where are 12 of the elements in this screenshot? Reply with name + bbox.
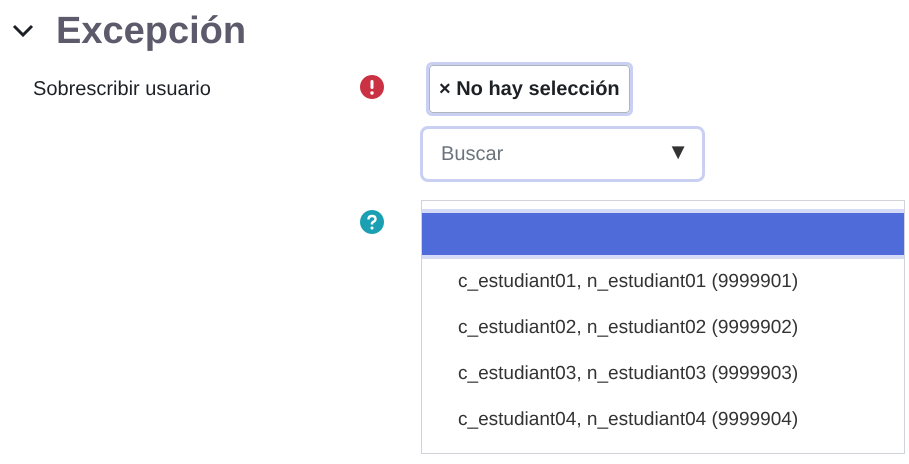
dropdown-option[interactable]: c_estudiant03, n_estudiant03 (9999903)	[422, 351, 904, 397]
help-icon[interactable]	[360, 210, 384, 234]
dropdown-option[interactable]: c_estudiant04, n_estudiant04 (9999904)	[422, 397, 904, 443]
dropdown-option[interactable]: c_estudiant02, n_estudiant02 (9999902)	[422, 305, 904, 351]
error-icon	[360, 75, 384, 99]
dropdown-option[interactable]	[422, 209, 904, 259]
chevron-icon[interactable]	[12, 24, 34, 38]
selection-chip[interactable]: × No hay selección	[429, 65, 630, 113]
section-title: Excepción	[56, 12, 246, 50]
dropdown-caret[interactable]: ▼	[667, 139, 689, 165]
dropdown-option[interactable]: c_estudiant01, n_estudiant01 (9999901)	[422, 259, 904, 305]
field-label: Sobrescribir usuario	[33, 78, 211, 100]
